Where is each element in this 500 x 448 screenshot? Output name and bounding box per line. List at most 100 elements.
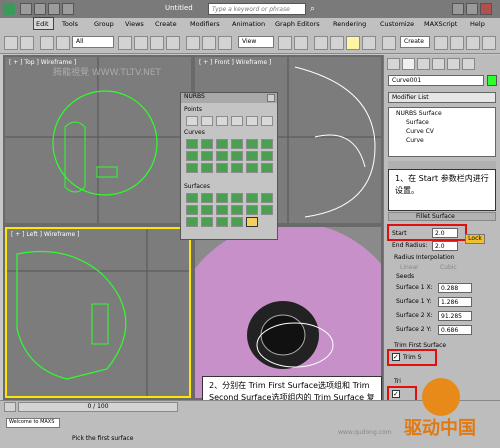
modifier-list-dropdown[interactable]: Modifier List [388, 92, 496, 103]
menu-customize[interactable]: Customize [380, 20, 414, 28]
angle-snap-button[interactable] [330, 36, 344, 50]
chamfer-curve-icon[interactable] [201, 151, 213, 161]
seed-surface1x-spinner[interactable]: 0.288 [438, 283, 472, 293]
multicurve-trimmed-icon[interactable] [231, 217, 243, 227]
multisided-blend-icon[interactable] [216, 217, 228, 227]
stack-item-curve[interactable]: Curve [406, 137, 424, 144]
menu-maxscript[interactable]: MAXScript [424, 20, 457, 28]
spinner-snap-button[interactable] [362, 36, 376, 50]
normal-projected-curve-icon[interactable] [186, 163, 198, 173]
select-object-button[interactable] [118, 36, 132, 50]
redo-icon[interactable] [34, 3, 46, 15]
search-icon[interactable]: ⌕ [310, 4, 320, 14]
layer-manager-button[interactable] [466, 36, 480, 50]
end-radius-spinner[interactable]: 2.0 [432, 241, 458, 251]
move-button[interactable] [186, 36, 200, 50]
edit-named-sets-button[interactable] [382, 36, 396, 50]
surface-edge-curve-icon[interactable] [261, 163, 273, 173]
menu-rendering[interactable]: Rendering [333, 20, 366, 28]
offset-surface-icon[interactable] [246, 193, 258, 203]
hierarchy-tab[interactable] [417, 58, 430, 70]
cubic-radio[interactable]: Cubic [440, 264, 457, 271]
rotate-button[interactable] [202, 36, 216, 50]
window-crossing-button[interactable] [166, 36, 180, 50]
2-rail-sweep-icon[interactable] [201, 217, 213, 227]
minimize-button[interactable] [452, 3, 464, 15]
utilities-tab[interactable] [462, 58, 475, 70]
app-icon[interactable] [3, 3, 15, 15]
trim-second-checkbox[interactable]: ✓ [392, 390, 400, 398]
u-iso-curve-icon[interactable] [246, 151, 258, 161]
mirror-surface-icon[interactable] [261, 193, 273, 203]
seed-surface2y-spinner[interactable]: 0.686 [438, 325, 472, 335]
undo-button[interactable] [4, 36, 18, 50]
fit-curve-icon[interactable] [216, 139, 228, 149]
rect-select-button[interactable] [150, 36, 164, 50]
time-slider[interactable]: 0 / 100 [18, 402, 178, 412]
create-tab[interactable] [387, 58, 400, 70]
lathe-surface-icon[interactable] [201, 205, 213, 215]
modify-tab[interactable] [402, 58, 415, 70]
trim-first-checkbox[interactable]: ✓ [392, 353, 400, 361]
transform-surface-icon[interactable] [216, 193, 228, 203]
vector-projected-curve-icon[interactable] [201, 163, 213, 173]
maximize-button[interactable] [466, 3, 478, 15]
menu-help[interactable]: Help [470, 20, 485, 28]
menu-views[interactable]: Views [125, 20, 144, 28]
curve-curve-point-tool-icon[interactable] [231, 116, 243, 126]
selection-filter-dropdown[interactable]: All [72, 36, 114, 48]
link-button[interactable] [40, 36, 54, 50]
cap-surface-icon[interactable] [231, 205, 243, 215]
named-selection-dropdown[interactable]: Create [400, 36, 430, 48]
time-prev-icon[interactable] [4, 402, 16, 412]
display-tab[interactable] [447, 58, 460, 70]
transform-curve-icon[interactable] [231, 139, 243, 149]
percent-snap-button[interactable] [346, 36, 360, 50]
menu-tools[interactable]: Tools [62, 20, 78, 28]
surface-point-tool-icon[interactable] [246, 116, 258, 126]
nurbs-panel-close-button[interactable] [267, 94, 275, 102]
menu-edit[interactable]: Edit [36, 20, 49, 28]
viewport-top[interactable]: [ + ] Top ] Wireframe ] 腾龍視覺 WWW.TLTV.NE… [5, 57, 191, 223]
point-surface-icon[interactable] [201, 193, 213, 203]
select-by-name-button[interactable] [134, 36, 148, 50]
point-curve-icon[interactable] [201, 139, 213, 149]
point-curve-on-surface-icon[interactable] [231, 163, 243, 173]
save-icon[interactable] [48, 3, 60, 15]
v-iso-curve-icon[interactable] [261, 151, 273, 161]
object-color-swatch[interactable] [487, 75, 497, 86]
lock-button[interactable]: Lock [465, 234, 485, 244]
uv-loft-surface-icon[interactable] [261, 205, 273, 215]
open-icon[interactable] [62, 3, 74, 15]
point-tool-icon[interactable] [186, 116, 198, 126]
redo-button[interactable] [20, 36, 34, 50]
extrude-surface-icon[interactable] [186, 205, 198, 215]
fillet-curve-icon[interactable] [216, 151, 228, 161]
seed-surface1y-spinner[interactable]: 1.286 [438, 297, 472, 307]
blend-surface-icon[interactable] [231, 193, 243, 203]
u-loft-surface-icon[interactable] [246, 205, 258, 215]
menu-create[interactable]: Create [155, 20, 177, 28]
surface-offset-curve-icon[interactable] [246, 163, 258, 173]
select-manipulate-button[interactable] [294, 36, 308, 50]
blend-curve-icon[interactable] [246, 139, 258, 149]
menu-graph-editors[interactable]: Graph Editors [275, 20, 320, 28]
maxscript-listener[interactable]: Welcome to MAXS [6, 418, 60, 428]
menu-group[interactable]: Group [94, 20, 114, 28]
align-button[interactable] [450, 36, 464, 50]
close-button[interactable] [480, 3, 492, 15]
1-rail-sweep-icon[interactable] [186, 217, 198, 227]
render-button[interactable] [482, 36, 496, 50]
pivot-center-button[interactable] [278, 36, 292, 50]
snaps-toggle-button[interactable] [314, 36, 328, 50]
cv-curve-on-surface-icon[interactable] [216, 163, 228, 173]
linear-radio[interactable]: Linear [400, 264, 419, 271]
motion-tab[interactable] [432, 58, 445, 70]
menu-animation[interactable]: Animation [232, 20, 265, 28]
surface-surface-intersection-icon[interactable] [231, 151, 243, 161]
menu-modifiers[interactable]: Modifiers [190, 20, 220, 28]
viewport-left[interactable]: [ + ] Left ] Wireframe ] [5, 227, 191, 398]
stack-item-surface[interactable]: Surface [406, 119, 429, 126]
offset-curve-icon[interactable] [261, 139, 273, 149]
object-name-field[interactable]: Curve001 [388, 75, 484, 86]
